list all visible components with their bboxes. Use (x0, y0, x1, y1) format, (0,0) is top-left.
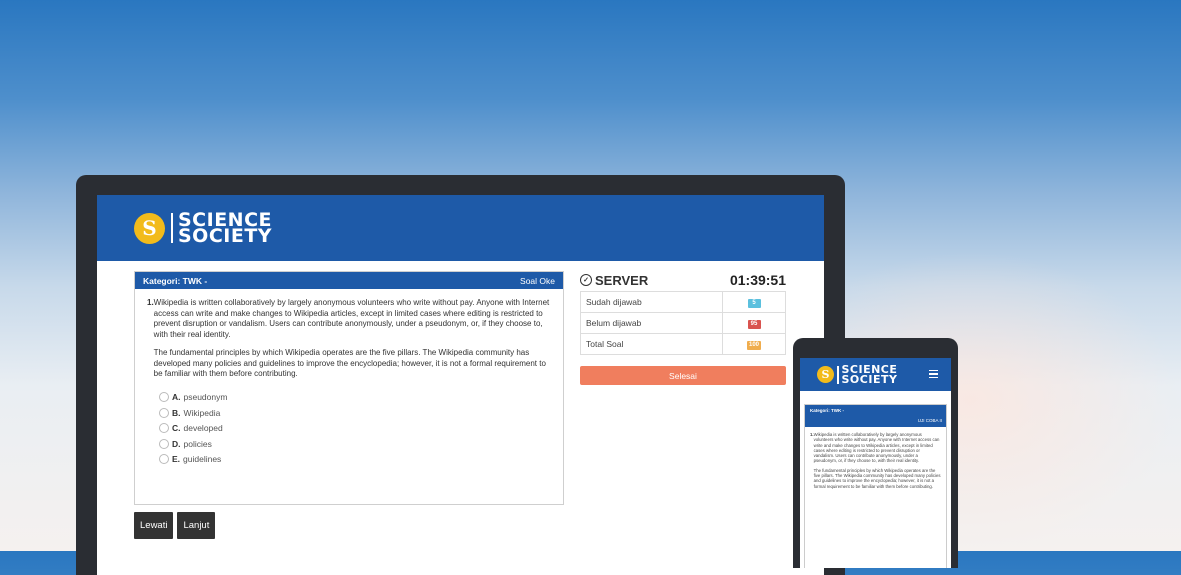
countdown-timer: 01:39:51 (729, 272, 786, 288)
option-letter: E. (172, 454, 181, 464)
mobile-question-header: Kategori: TWK - UJI COBA II (805, 405, 946, 427)
stats-row: Belum dijawab 95 (580, 312, 786, 334)
laptop-frame: S SCIENCE SOCIETY Kategori: TWK - Soal O… (76, 175, 845, 575)
option-letter: C. (172, 423, 181, 433)
option-text: pseudonym (183, 392, 228, 402)
stats-table: Sudah dijawab 5 Belum dijawab 95 Total S… (580, 291, 786, 355)
check-circle-icon: ✓ (580, 274, 592, 286)
question-paragraph: Wikipedia is written collaboratively by … (813, 432, 940, 464)
stats-label: Belum dijawab (580, 312, 723, 334)
total-badge: 100 (746, 341, 761, 350)
logo-divider (171, 213, 173, 243)
option-text: developed (183, 423, 223, 433)
logo-line-2: SOCIETY (841, 372, 898, 386)
navigation-buttons: Lewati Lanjut (134, 512, 216, 539)
unanswered-badge: 95 (747, 320, 761, 329)
radio-icon[interactable] (159, 407, 169, 418)
question-paragraph: The fundamental principles by which Wiki… (813, 467, 941, 489)
option-c[interactable]: C. developed (159, 421, 551, 437)
category-label: Kategori: TWK - (143, 275, 208, 286)
stats-row: Total Soal 100 (580, 333, 786, 355)
mobile-header-bar: S SCIENCE SOCIETY (800, 358, 951, 391)
mobile-question-panel: Kategori: TWK - UJI COBA II 1. Wikipedia… (804, 404, 947, 568)
option-b[interactable]: B. Wikipedia (159, 405, 551, 421)
finish-button[interactable]: Selesai (580, 366, 786, 385)
skip-button[interactable]: Lewati (134, 512, 174, 539)
radio-icon[interactable] (159, 392, 169, 403)
option-letter: A. (172, 392, 181, 402)
question-header: Kategori: TWK - Soal Oke (135, 272, 563, 289)
phone-frame: S SCIENCE SOCIETY Kategori: TWK - UJI CO… (793, 338, 958, 568)
radio-icon[interactable] (159, 454, 169, 465)
logo-text[interactable]: SCIENCE SOCIETY (841, 364, 898, 386)
question-panel: Kategori: TWK - Soal Oke 1. Wikipedia is… (134, 271, 564, 505)
exam-title: Soal Oke (520, 275, 555, 286)
option-text: guidelines (183, 454, 222, 464)
mobile-question-body: 1. Wikipedia is written collaboratively … (805, 427, 946, 493)
option-a[interactable]: A. pseudonym (159, 390, 551, 406)
stats-label: Sudah dijawab (580, 291, 723, 313)
logo-icon: S (134, 212, 165, 244)
question-paragraph: Wikipedia is written collaboratively by … (153, 298, 550, 339)
server-label: ✓ SERVER (580, 273, 648, 288)
answer-options: A. pseudonym B. Wikipedia C. developed D. po… (159, 390, 551, 468)
stats-label: Total Soal (580, 333, 723, 355)
question-body: 1. Wikipedia is written collaboratively … (135, 289, 563, 467)
exam-title: UJI COBA II (917, 418, 942, 423)
radio-icon[interactable] (159, 423, 169, 434)
logo-icon: S (817, 366, 834, 383)
status-sidebar: ✓ SERVER 01:39:51 Sudah dijawab 5 Belum … (580, 271, 786, 385)
stats-row: Sudah dijawab 5 (580, 291, 786, 313)
option-text: policies (183, 438, 212, 449)
logo-text[interactable]: SCIENCE SOCIETY (178, 211, 273, 247)
phone-screen: S SCIENCE SOCIETY Kategori: TWK - UJI CO… (800, 358, 951, 568)
answered-badge: 5 (747, 299, 761, 308)
radio-icon[interactable] (159, 438, 169, 449)
header-bar: S SCIENCE SOCIETY (97, 195, 824, 261)
option-d[interactable]: D. policies (159, 436, 551, 452)
next-button[interactable]: Lanjut (177, 512, 216, 539)
sidebar-header: ✓ SERVER 01:39:51 (580, 271, 786, 289)
hamburger-menu-icon[interactable] (929, 370, 938, 380)
option-e[interactable]: E. guidelines (159, 452, 551, 468)
logo-divider (837, 365, 839, 384)
question-number: 1. (147, 298, 154, 307)
option-letter: B. (172, 407, 181, 418)
question-paragraph: The fundamental principles by which Wiki… (153, 348, 546, 378)
question-text: Wikipedia is written collaboratively by … (154, 298, 551, 388)
option-text: Wikipedia (183, 407, 221, 418)
logo-line-2: SOCIETY (178, 225, 273, 247)
server-text: SERVER (595, 272, 649, 288)
category-label: Kategori: TWK - (810, 408, 844, 413)
option-letter: D. (172, 438, 181, 449)
laptop-screen: S SCIENCE SOCIETY Kategori: TWK - Soal O… (97, 195, 824, 575)
